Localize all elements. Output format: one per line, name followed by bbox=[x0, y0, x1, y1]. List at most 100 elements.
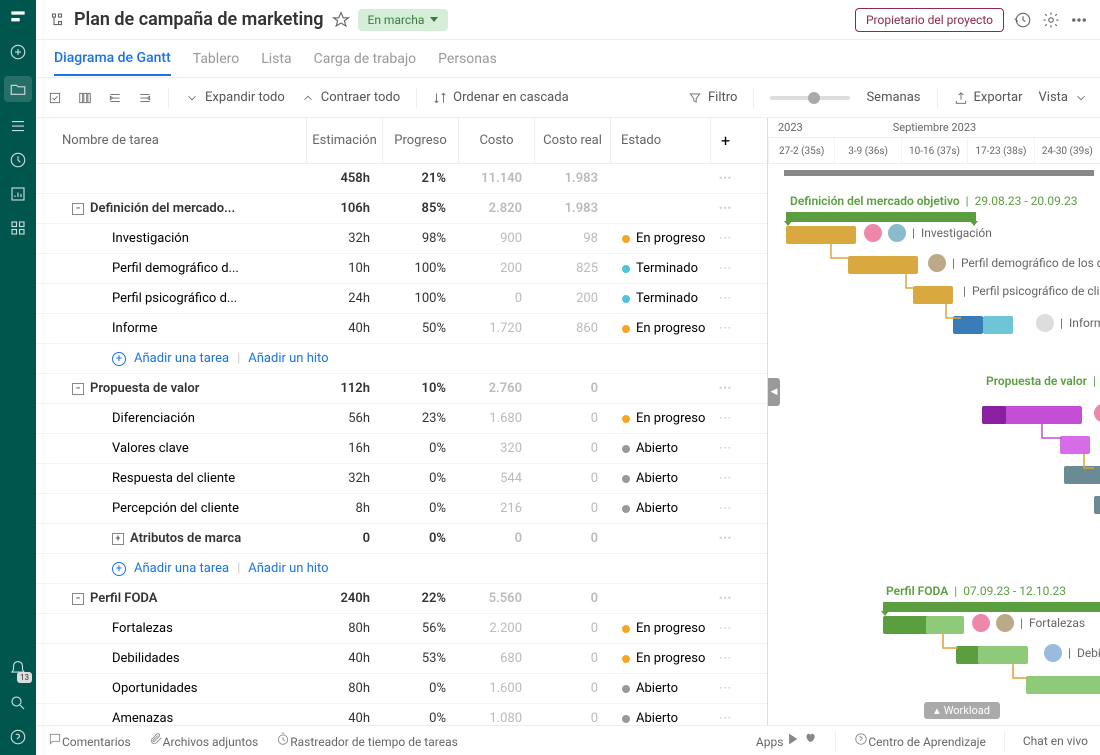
tab-list[interactable]: Lista bbox=[261, 51, 291, 75]
live-chat-button[interactable]: Chat en vivo bbox=[1023, 734, 1088, 748]
table-row[interactable]: Investigación32h98%90098En progreso⋯ bbox=[36, 224, 767, 254]
gantt-bar[interactable] bbox=[1026, 676, 1100, 694]
gantt-bar[interactable] bbox=[913, 286, 953, 304]
table-row[interactable]: Perfil psicográfico d...24h100%0200Termi… bbox=[36, 284, 767, 314]
row-actions-icon[interactable]: ⋯ bbox=[710, 711, 740, 725]
folder-icon[interactable] bbox=[4, 76, 32, 102]
add-icon[interactable] bbox=[8, 42, 28, 62]
tab-gantt[interactable]: Diagrama de Gantt bbox=[54, 50, 171, 76]
cascade-sort-button[interactable]: Ordenar en cascada bbox=[433, 90, 569, 105]
col-estimation[interactable]: Estimación bbox=[306, 118, 382, 163]
tab-people[interactable]: Personas bbox=[438, 51, 497, 75]
table-row[interactable]: 458h21%11.1401.983⋯ bbox=[36, 164, 767, 194]
add-task-row[interactable]: +Añadir una tarea|Añadir un hito bbox=[36, 344, 767, 374]
table-row[interactable]: −Perfil FODA240h22%5.5600⋯ bbox=[36, 584, 767, 614]
collapse-panel-handle[interactable]: ◀ bbox=[768, 378, 780, 406]
row-actions-icon[interactable]: ⋯ bbox=[710, 171, 740, 186]
logo-icon[interactable] bbox=[8, 8, 28, 28]
list-icon[interactable] bbox=[8, 116, 28, 136]
gantt-bar[interactable] bbox=[786, 226, 856, 244]
export-button[interactable]: Exportar bbox=[954, 90, 1023, 105]
table-row[interactable]: Debilidades40h53%6800En progreso⋯ bbox=[36, 644, 767, 674]
grid-icon[interactable] bbox=[8, 218, 28, 238]
project-owner-button[interactable]: Propietario del proyecto bbox=[855, 8, 1004, 32]
hierarchy-icon[interactable] bbox=[48, 11, 66, 29]
search-icon[interactable] bbox=[8, 693, 28, 713]
more-icon[interactable] bbox=[1070, 11, 1088, 29]
table-row[interactable]: Percepción del cliente8h0%2160Abierto⋯ bbox=[36, 494, 767, 524]
row-actions-icon[interactable]: ⋯ bbox=[710, 471, 740, 486]
col-cost[interactable]: Costo bbox=[458, 118, 534, 163]
row-actions-icon[interactable]: ⋯ bbox=[710, 261, 740, 276]
outdent-icon[interactable] bbox=[138, 91, 152, 105]
table-row[interactable]: Informe40h50%1.720860En progreso⋯ bbox=[36, 314, 767, 344]
row-actions-icon[interactable]: ⋯ bbox=[710, 591, 740, 606]
col-status[interactable]: Estado bbox=[610, 118, 710, 163]
table-row[interactable]: +Atributos de marca00%00⋯ bbox=[36, 524, 767, 554]
expand-icon[interactable]: + bbox=[112, 533, 124, 545]
table-row[interactable]: Valores clave16h0%3200Abierto⋯ bbox=[36, 434, 767, 464]
bell-icon[interactable]: 13 bbox=[8, 659, 28, 679]
table-row[interactable]: −Propuesta de valor112h10%2.7600⋯ bbox=[36, 374, 767, 404]
gantt-bar[interactable] bbox=[983, 316, 1013, 334]
row-actions-icon[interactable]: ⋯ bbox=[710, 321, 740, 336]
col-actual-cost[interactable]: Costo real bbox=[534, 118, 610, 163]
col-name[interactable]: Nombre de tarea bbox=[36, 118, 306, 163]
row-actions-icon[interactable]: ⋯ bbox=[710, 651, 740, 666]
tab-board[interactable]: Tablero bbox=[193, 51, 239, 75]
table-row[interactable]: Perfil demográfico d...10h100%200825Term… bbox=[36, 254, 767, 284]
row-actions-icon[interactable]: ⋯ bbox=[710, 621, 740, 636]
clock-icon[interactable] bbox=[8, 150, 28, 170]
report-icon[interactable] bbox=[8, 184, 28, 204]
comments-button[interactable]: Comentarios bbox=[48, 732, 131, 749]
columns-icon[interactable] bbox=[78, 91, 92, 105]
row-actions-icon[interactable]: ⋯ bbox=[710, 291, 740, 306]
table-row[interactable]: Oportunidades80h0%1.6000Abierto⋯ bbox=[36, 674, 767, 704]
learning-center-button[interactable]: Centro de Aprendizaje bbox=[854, 732, 986, 749]
table-row[interactable]: Amenazas40h0%1.0800Abierto⋯ bbox=[36, 704, 767, 725]
row-actions-icon[interactable]: ⋯ bbox=[710, 411, 740, 426]
row-actions-icon[interactable]: ⋯ bbox=[710, 231, 740, 246]
header: Plan de campaña de marketing En marcha P… bbox=[36, 0, 1100, 40]
view-button[interactable]: Vista bbox=[1039, 90, 1088, 105]
collapse-icon[interactable]: − bbox=[72, 203, 84, 215]
status-badge[interactable]: En marcha bbox=[358, 9, 449, 31]
row-actions-icon[interactable]: ⋯ bbox=[710, 201, 740, 216]
gantt-bar[interactable] bbox=[953, 316, 983, 334]
col-progress[interactable]: Progreso bbox=[382, 118, 458, 163]
indent-icon[interactable] bbox=[108, 91, 122, 105]
select-mode-icon[interactable] bbox=[48, 91, 62, 105]
table-row[interactable]: Respuesta del cliente32h0%5440Abierto⋯ bbox=[36, 464, 767, 494]
gantt-chart[interactable]: Definición del mercado objetivo | 29.08.… bbox=[768, 164, 1100, 725]
collapse-all-button[interactable]: Contraer todo bbox=[301, 90, 400, 105]
gantt-bar[interactable] bbox=[1094, 496, 1100, 514]
gantt-bar[interactable] bbox=[848, 256, 918, 274]
collapse-icon[interactable]: − bbox=[72, 383, 84, 395]
collapse-icon[interactable]: − bbox=[72, 593, 84, 605]
help-icon[interactable] bbox=[8, 727, 28, 747]
row-actions-icon[interactable]: ⋯ bbox=[710, 501, 740, 516]
history-icon[interactable] bbox=[1014, 11, 1032, 29]
gantt-bar[interactable] bbox=[1060, 436, 1090, 454]
zoom-slider[interactable] bbox=[770, 96, 850, 100]
filter-button[interactable]: Filtro bbox=[688, 90, 737, 105]
time-tracker-button[interactable]: Rastreador de tiempo de tareas bbox=[276, 732, 458, 749]
workload-button[interactable]: ▴ Workload bbox=[924, 702, 1000, 719]
attachments-button[interactable]: Archivos adjuntos bbox=[149, 732, 259, 749]
row-actions-icon[interactable]: ⋯ bbox=[710, 531, 740, 546]
table-row[interactable]: −Definición del mercado...106h85%2.8201.… bbox=[36, 194, 767, 224]
star-icon[interactable] bbox=[332, 11, 350, 29]
apps-button[interactable]: Apps bbox=[756, 732, 817, 749]
row-actions-icon[interactable]: ⋯ bbox=[710, 681, 740, 696]
row-actions-icon[interactable]: ⋯ bbox=[710, 381, 740, 396]
chevron-down-icon bbox=[430, 17, 438, 22]
gantt-bar[interactable] bbox=[1064, 466, 1100, 484]
add-column-button[interactable]: + bbox=[710, 118, 740, 163]
row-actions-icon[interactable]: ⋯ bbox=[710, 441, 740, 456]
add-task-row[interactable]: +Añadir una tarea|Añadir un hito bbox=[36, 554, 767, 584]
expand-all-button[interactable]: Expandir todo bbox=[185, 90, 285, 105]
tab-workload[interactable]: Carga de trabajo bbox=[314, 51, 417, 75]
settings-icon[interactable] bbox=[1042, 11, 1060, 29]
table-row[interactable]: Diferenciación56h23%1.6800En progreso⋯ bbox=[36, 404, 767, 434]
table-row[interactable]: Fortalezas80h56%2.2000En progreso⋯ bbox=[36, 614, 767, 644]
